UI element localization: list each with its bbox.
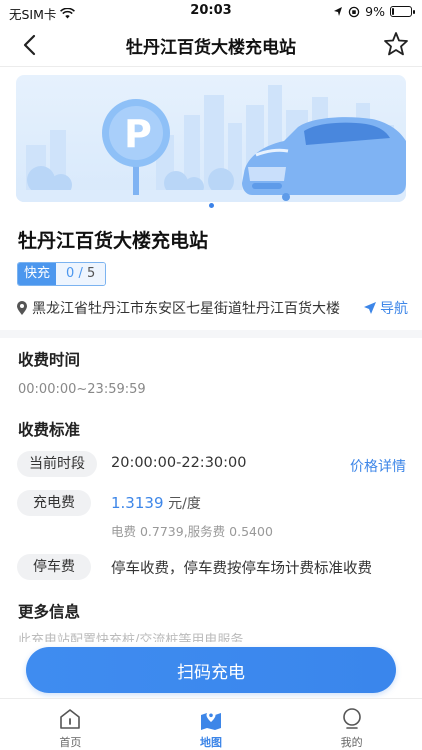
charger-availability-badge: 快充 0 / 5: [17, 262, 107, 286]
location-arrow-icon: [334, 7, 343, 16]
station-name: 牡丹江百货大楼充电站: [18, 230, 209, 252]
battery-percent: 9%: [365, 4, 385, 19]
status-bar: 无SIM卡 20:03 9%: [0, 0, 422, 22]
tab-bar: 首页 地图 我的: [0, 698, 422, 750]
tab-map-label: 地图: [200, 736, 222, 749]
charger-count: 0 / 5: [56, 263, 106, 285]
battery-icon: [390, 6, 415, 17]
orientation-lock-icon: [348, 6, 360, 17]
navigation-bar: 牡丹江百货大楼充电站: [0, 22, 422, 66]
current-period-label: 当前时段: [17, 451, 97, 477]
tab-profile[interactable]: 我的: [281, 699, 422, 750]
more-info-title: 更多信息: [18, 603, 81, 621]
tab-home-label: 首页: [59, 736, 82, 749]
fee-standard-title: 收费标准: [18, 421, 81, 439]
charge-fee-unit: 元/度: [168, 496, 201, 512]
parking-fee-value: 停车收费，停车费按停车场计费标准收费: [111, 561, 372, 577]
location-pin-icon: [17, 301, 27, 315]
charge-fee-label: 充电费: [17, 490, 91, 516]
more-info-text: 此充电站配置快充桩/交流桩等用电服务: [18, 633, 244, 642]
count-separator: /: [78, 266, 83, 281]
charge-type-label: 快充: [18, 263, 57, 285]
charge-fee-price: 1.3139: [111, 494, 164, 512]
navigate-label: 导航: [380, 301, 408, 317]
navigate-button[interactable]: 导航: [363, 298, 408, 318]
address-row: 黑龙江省牡丹江市东安区七星街道牡丹江百货大楼 导航: [16, 297, 408, 319]
total-count: 5: [86, 266, 96, 281]
svg-text:P: P: [124, 112, 152, 156]
section-divider: [0, 330, 422, 338]
profile-icon: [342, 708, 361, 729]
tab-map[interactable]: 地图: [141, 699, 282, 750]
battery-level: [392, 8, 394, 15]
station-address: 黑龙江省牡丹江市东安区七星街道牡丹江百货大楼: [32, 301, 340, 317]
scan-to-charge-button[interactable]: 扫码充电: [26, 647, 396, 693]
favorite-star-icon[interactable]: [382, 30, 410, 58]
map-icon: [201, 711, 221, 730]
charge-fee-breakdown: 电费 0.7739,服务费 0.5400: [111, 524, 273, 539]
station-banner-image[interactable]: P: [16, 75, 406, 202]
banner-illustration: P: [16, 85, 406, 202]
tab-profile-label: 我的: [340, 736, 363, 749]
current-period-value: 20:00:00-22:30:00: [111, 455, 247, 471]
navigation-arrow-icon: [364, 302, 376, 314]
page-title: 牡丹江百货大楼充电站: [126, 38, 296, 58]
back-chevron-icon[interactable]: [18, 32, 44, 58]
charging-time-title: 收费时间: [18, 351, 81, 369]
nav-divider: [0, 66, 422, 67]
home-icon: [60, 709, 81, 729]
available-count: 0: [66, 266, 75, 281]
charging-hours: 00:00:00~23:59:59: [18, 382, 146, 397]
banner-pagination: [0, 203, 422, 208]
tab-home[interactable]: 首页: [0, 699, 141, 750]
parking-fee-label: 停车费: [17, 554, 91, 580]
status-icons: 9%: [333, 4, 415, 19]
charge-fee-row: 1.3139 元/度: [111, 493, 201, 513]
price-detail-link[interactable]: 价格详情: [350, 456, 406, 476]
pagination-dot-active: [208, 203, 214, 208]
